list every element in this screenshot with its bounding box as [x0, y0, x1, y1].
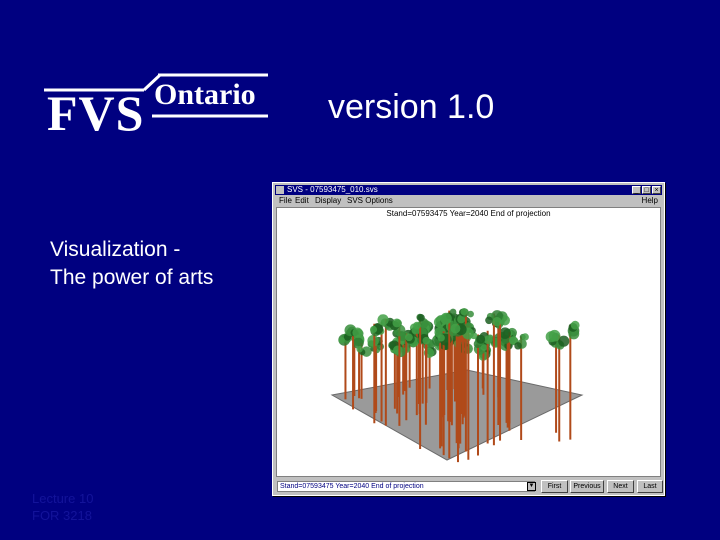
menu-bar: File Edit Display SVS Options Help [275, 196, 662, 206]
maximize-button[interactable]: □ [642, 186, 651, 194]
logo-fvs-text: FVS [47, 85, 145, 141]
footer-line-2: FOR 3218 [32, 508, 92, 523]
version-heading: version 1.0 [328, 88, 495, 126]
next-button[interactable]: Next [607, 480, 634, 493]
window-titlebar[interactable]: SVS - 07593475_010.svs _ □ × [275, 185, 662, 195]
projection-status: Stand=07593475 Year=2040 End of projecti… [386, 209, 551, 218]
first-button[interactable]: First [541, 480, 568, 493]
menu-help[interactable]: Help [642, 196, 658, 206]
fvs-ontario-logo: FVS Ontario [44, 72, 270, 140]
menu-svs-options[interactable]: SVS Options [347, 196, 393, 206]
menu-file[interactable]: File [279, 196, 292, 206]
previous-button[interactable]: Previous [570, 480, 604, 493]
chevron-down-icon[interactable]: ▼ [527, 482, 536, 491]
subtitle-line-2: The power of arts [50, 266, 214, 289]
forest-stand-image [330, 308, 584, 463]
slide-subtitle: Visualization - The power of arts [50, 236, 213, 292]
svs-window: SVS - 07593475_010.svs _ □ × File Edit D… [272, 182, 665, 496]
subtitle-line-1: Visualization - [50, 238, 181, 261]
footer-line-1: Lecture 10 [32, 491, 94, 506]
slide-footer: Lecture 10 FOR 3218 [32, 490, 93, 524]
last-button[interactable]: Last [637, 480, 663, 493]
menu-display[interactable]: Display [315, 196, 341, 206]
logo-ontario-text: Ontario [154, 78, 256, 111]
app-icon[interactable] [276, 186, 284, 194]
stand-year-select[interactable]: Stand=07593475 Year=2040 End of projecti… [277, 481, 535, 492]
navigation-bar: Stand=07593475 Year=2040 End of projecti… [276, 480, 663, 493]
close-button[interactable]: × [652, 186, 661, 194]
stand-visualization-canvas[interactable]: Stand=07593475 Year=2040 End of projecti… [276, 207, 661, 477]
menu-edit[interactable]: Edit [295, 196, 309, 206]
window-title: SVS - 07593475_010.svs [287, 185, 378, 194]
minimize-button[interactable]: _ [632, 186, 641, 194]
